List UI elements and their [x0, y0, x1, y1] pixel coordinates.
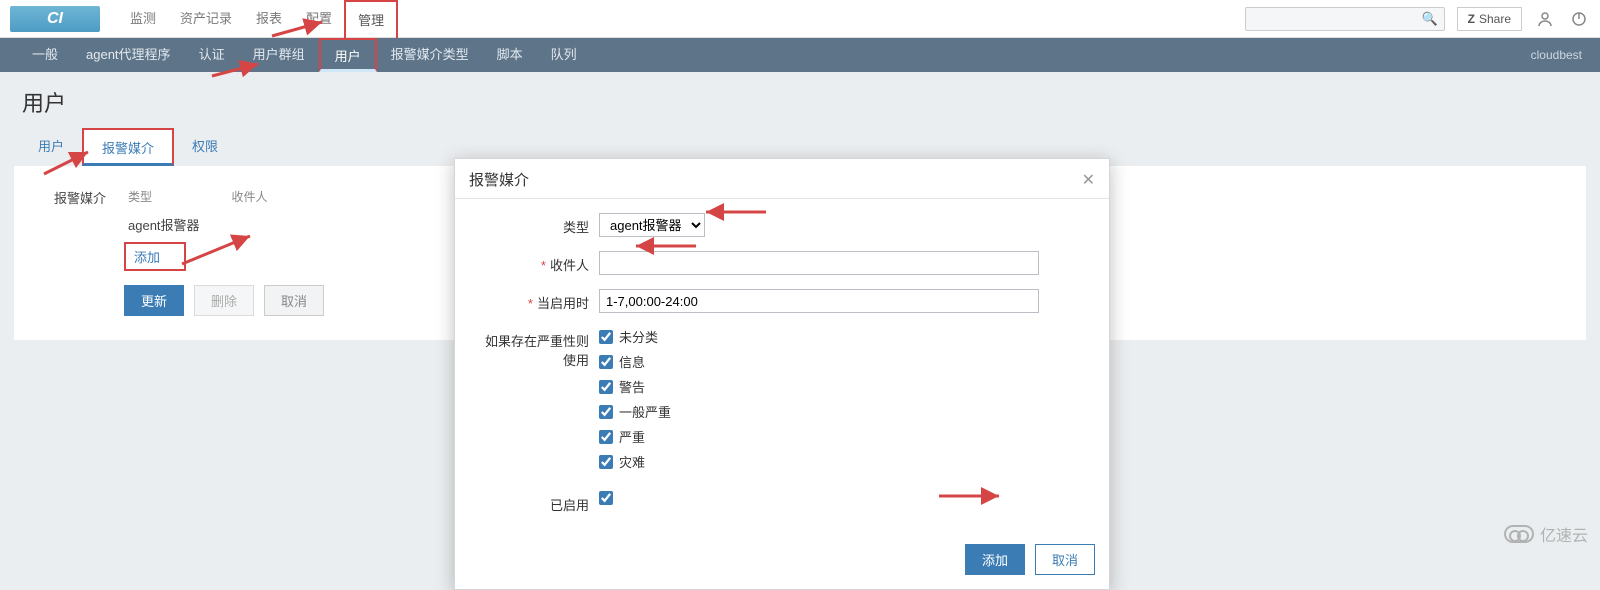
enabled-checkbox[interactable] — [599, 491, 613, 505]
update-button[interactable]: 更新 — [124, 285, 184, 316]
severity-option: 警告 — [599, 377, 1089, 396]
share-label: Share — [1479, 12, 1511, 26]
severity-option: 严重 — [599, 427, 1089, 446]
severity-option: 未分类 — [599, 327, 1089, 346]
modal-add-button[interactable]: 添加 — [965, 544, 1025, 575]
severity-option: 灾难 — [599, 452, 1089, 471]
share-icon: Z — [1468, 12, 1475, 26]
enabled-label: 已启用 — [475, 491, 599, 514]
subnav-usergroups[interactable]: 用户群组 — [239, 38, 319, 72]
global-search[interactable]: 🔍 — [1245, 7, 1445, 31]
sub-nav: 一般 agent代理程序 认证 用户群组 用户 报警媒介类型 脚本 队列 clo… — [0, 38, 1600, 72]
type-label: 类型 — [475, 213, 599, 236]
recipient-label: *收件人 — [475, 251, 599, 274]
schedule-label: *当启用时 — [475, 289, 599, 312]
subnav-auth[interactable]: 认证 — [185, 38, 239, 72]
severity-option: 一般严重 — [599, 402, 1089, 421]
media-table: 类型 收件人 agent报警器 — [124, 184, 296, 238]
subnav-agent[interactable]: agent代理程序 — [72, 38, 185, 72]
severity-label: 如果存在严重性则使用 — [475, 327, 599, 369]
tab-user[interactable]: 用户 — [20, 128, 82, 166]
watermark-icon — [1504, 525, 1534, 543]
subnav-queue[interactable]: 队列 — [537, 38, 591, 72]
severity-list: 未分类 信息 警告 一般严重 严重 灾难 — [599, 327, 1089, 477]
severity-checkbox[interactable] — [599, 330, 613, 344]
subnav-scripts[interactable]: 脚本 — [483, 38, 537, 72]
topnav-monitor[interactable]: 监测 — [118, 0, 168, 38]
type-select[interactable]: agent报警器 — [599, 213, 705, 237]
media-section-label: 报警媒介 — [36, 184, 106, 207]
media-row-type: agent报警器 — [124, 211, 228, 238]
media-row-recipient — [228, 211, 296, 238]
severity-checkbox[interactable] — [599, 355, 613, 369]
subnav-mediatypes[interactable]: 报警媒介类型 — [377, 38, 483, 72]
schedule-input[interactable] — [599, 289, 1039, 313]
topnav-admin[interactable]: 管理 — [344, 0, 398, 38]
media-col-recipient: 收件人 — [228, 184, 296, 211]
top-nav: CI 监测 资产记录 报表 配置 管理 🔍 Z Share — [0, 0, 1600, 38]
severity-checkbox[interactable] — [599, 405, 613, 419]
tab-permissions[interactable]: 权限 — [174, 128, 236, 166]
modal-cancel-button[interactable]: 取消 — [1035, 544, 1095, 575]
page-cancel-button[interactable]: 取消 — [264, 285, 324, 316]
user-icon[interactable] — [1534, 8, 1556, 30]
recipient-input[interactable] — [599, 251, 1039, 275]
subnav-general[interactable]: 一般 — [18, 38, 72, 72]
close-icon[interactable]: ✕ — [1082, 170, 1095, 190]
share-button[interactable]: Z Share — [1457, 7, 1522, 31]
modal-title: 报警媒介 — [469, 169, 529, 190]
severity-checkbox[interactable] — [599, 455, 613, 469]
topnav-config[interactable]: 配置 — [294, 0, 344, 38]
topnav-reports[interactable]: 报表 — [244, 0, 294, 38]
topnav-inventory[interactable]: 资产记录 — [168, 0, 244, 38]
watermark: 亿速云 — [1504, 522, 1588, 546]
media-col-type: 类型 — [124, 184, 228, 211]
search-icon: 🔍 — [1421, 11, 1437, 27]
tab-media[interactable]: 报警媒介 — [82, 128, 174, 166]
modal-header: 报警媒介 ✕ — [455, 159, 1109, 199]
topnav-right: 🔍 Z Share — [1245, 7, 1590, 31]
severity-checkbox[interactable] — [599, 380, 613, 394]
delete-button[interactable]: 删除 — [194, 285, 254, 316]
severity-option: 信息 — [599, 352, 1089, 371]
page-title: 用户 — [0, 72, 1600, 128]
power-icon[interactable] — [1568, 8, 1590, 30]
media-add-link[interactable]: 添加 — [124, 242, 186, 271]
watermark-text: 亿速云 — [1540, 522, 1588, 546]
severity-checkbox[interactable] — [599, 430, 613, 444]
media-modal: 报警媒介 ✕ 类型 agent报警器 *收件人 *当启用时 如果存在严重性则使用 — [454, 158, 1110, 590]
media-row: agent报警器 — [124, 211, 296, 238]
subnav-username: cloudbest — [1531, 48, 1582, 62]
logo: CI — [10, 6, 100, 32]
subnav-users[interactable]: 用户 — [319, 38, 377, 72]
